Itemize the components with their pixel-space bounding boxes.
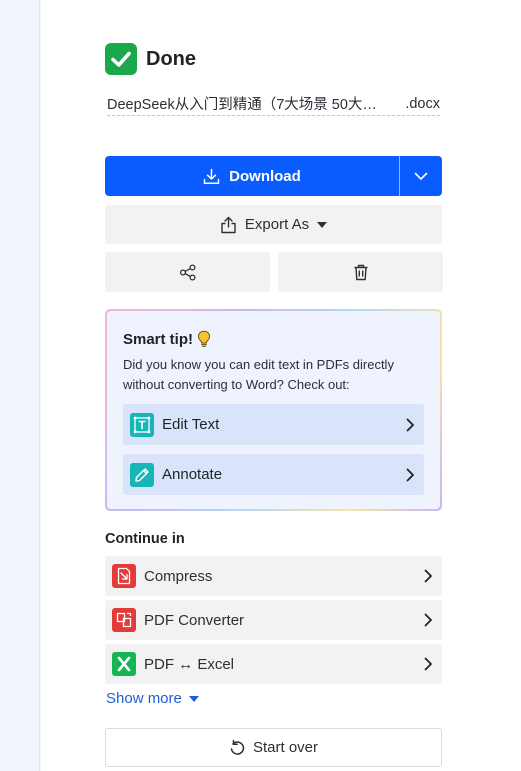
excel-icon: [112, 652, 136, 676]
caret-down-icon: [317, 221, 328, 228]
export-as-button[interactable]: Export As: [105, 205, 442, 244]
check-icon: [105, 43, 137, 75]
download-icon: [203, 168, 220, 184]
show-more-label: Show more: [106, 690, 182, 707]
result-panel: Done DeepSeek从入门到精通（7大场景 50大… .docx Down…: [41, 0, 521, 771]
edit-text-label: Edit Text: [162, 416, 220, 433]
edit-text-icon: [130, 412, 154, 437]
chevron-right-icon: [406, 418, 414, 431]
chevron-down-icon: [414, 172, 428, 180]
status-row: Done: [105, 43, 196, 75]
show-more-link[interactable]: Show more: [106, 690, 199, 707]
smart-tip-text: Did you know you can edit text in PDFs d…: [123, 357, 394, 392]
continue-in-heading: Continue in: [105, 531, 185, 547]
download-button[interactable]: Download: [105, 156, 399, 196]
continue-pdf-excel[interactable]: PDF ↔ Excel: [105, 644, 442, 684]
filename-extension: .docx: [405, 95, 440, 112]
annotate-label: Annotate: [162, 466, 223, 483]
lightbulb-icon: [197, 330, 211, 347]
filename-base: DeepSeek从入门到精通（7大场景 50大…: [107, 97, 377, 113]
restart-icon: [230, 739, 245, 755]
export-as-label: Export As: [244, 216, 310, 233]
smart-tip-title: Smart tip!: [123, 330, 194, 348]
download-options-button[interactable]: [400, 156, 442, 196]
converter-icon: [112, 608, 136, 632]
continue-pdf-converter[interactable]: PDF Converter: [105, 600, 442, 640]
pen-icon: [130, 462, 154, 487]
download-button-group: Download: [105, 156, 442, 196]
annotate-link[interactable]: Annotate: [123, 454, 424, 495]
delete-button[interactable]: [278, 252, 443, 292]
smart-tip-heading: Smart tip!: [123, 330, 211, 348]
filename-field[interactable]: DeepSeek从入门到精通（7大场景 50大… .docx: [107, 92, 440, 116]
edit-text-link[interactable]: Edit Text: [123, 404, 424, 445]
chevron-right-icon: [424, 613, 432, 627]
caret-down-icon: [188, 695, 199, 702]
chevron-right-icon: [424, 569, 432, 583]
download-label: Download: [229, 167, 301, 185]
compress-label: Compress: [144, 567, 213, 585]
start-over-button[interactable]: Start over: [105, 728, 442, 767]
chevron-right-icon: [406, 468, 414, 481]
trash-icon: [354, 264, 367, 280]
chevron-right-icon: [424, 657, 432, 671]
smart-tip-inner: Smart tip! Did you know you can edit tex…: [107, 311, 440, 509]
compress-icon: [112, 564, 136, 588]
pdf-converter-label: PDF Converter: [144, 611, 245, 629]
share-button[interactable]: [105, 252, 270, 292]
start-over-label: Start over: [252, 739, 319, 756]
continue-compress[interactable]: Compress: [105, 556, 442, 596]
export-icon: [221, 216, 236, 233]
status-title: Done: [146, 47, 196, 70]
pdf-excel-label: PDF ↔ Excel: [144, 655, 235, 673]
share-icon: [179, 263, 196, 281]
left-sidebar-strip: [0, 0, 40, 771]
smart-tip-card: Smart tip! Did you know you can edit tex…: [105, 309, 442, 511]
